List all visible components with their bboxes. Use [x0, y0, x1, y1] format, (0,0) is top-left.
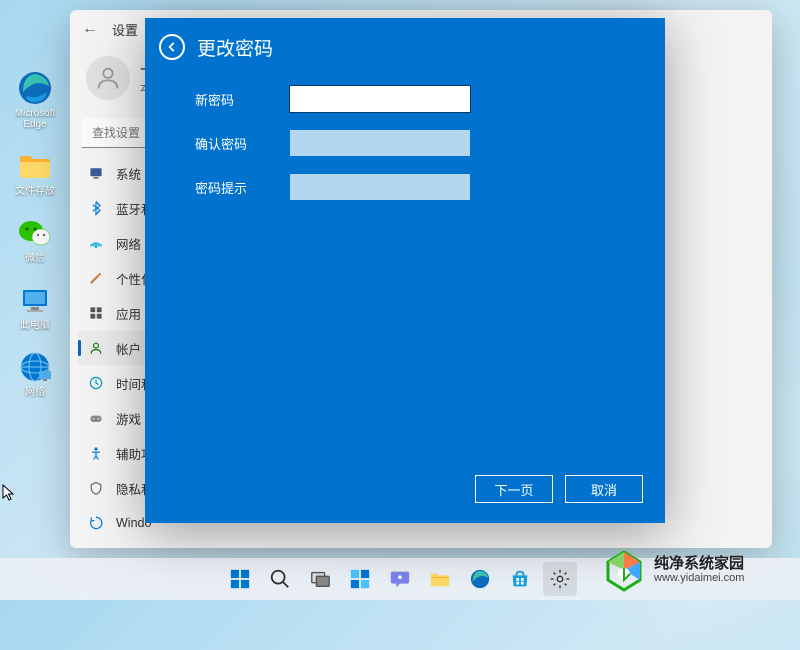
sidebar-item-label: 应用: [116, 304, 141, 323]
desktop-icons: Microsoft Edge 文件存放 微信 此电脑 网络: [10, 70, 60, 398]
cancel-button[interactable]: 取消: [565, 475, 643, 503]
explorer-button[interactable]: [423, 562, 457, 596]
gaming-icon: [88, 410, 104, 426]
apps-icon: [88, 305, 104, 321]
widgets-button[interactable]: [343, 562, 377, 596]
input-confirm-password[interactable]: [290, 130, 470, 156]
accessibility-icon: [88, 445, 104, 461]
desktop-icon-edge[interactable]: Microsoft Edge: [10, 70, 60, 130]
back-button[interactable]: ←: [82, 20, 98, 38]
folder-icon: [17, 148, 53, 184]
desktop-icon-network[interactable]: 网络: [10, 349, 60, 398]
sidebar-item-label: 帐户: [116, 339, 141, 358]
store-button[interactable]: [503, 562, 537, 596]
edge-taskbar-button[interactable]: [463, 562, 497, 596]
settings-taskbar-button[interactable]: [543, 562, 577, 596]
system-icon: [88, 165, 104, 181]
accounts-icon: [88, 340, 104, 356]
label-new-password: 新密码: [195, 90, 290, 109]
input-password-hint[interactable]: [290, 174, 470, 200]
search-button[interactable]: [263, 562, 297, 596]
dialog-header: 更改密码: [145, 18, 665, 76]
dialog-title: 更改密码: [197, 34, 273, 61]
sidebar-item-label: 系统: [116, 164, 141, 183]
bluetooth-icon: [88, 200, 104, 216]
chat-button[interactable]: [383, 562, 417, 596]
label-confirm-password: 确认密码: [195, 134, 290, 153]
form-area: 新密码 确认密码 密码提示: [145, 76, 665, 200]
network-icon: [88, 235, 104, 251]
start-button[interactable]: [223, 562, 257, 596]
row-password-hint: 密码提示: [195, 174, 625, 200]
cursor-icon: [2, 484, 16, 505]
desktop-icon-wechat[interactable]: 微信: [10, 215, 60, 264]
desktop-icon-label: Microsoft Edge: [10, 108, 60, 130]
this-pc-icon: [17, 282, 53, 318]
desktop-icon-folder[interactable]: 文件存放: [10, 148, 60, 197]
privacy-icon: [88, 480, 104, 496]
desktop-icon-label: 此电脑: [20, 320, 50, 331]
dialog-actions: 下一页 取消: [475, 475, 643, 503]
task-view-button[interactable]: [303, 562, 337, 596]
row-new-password: 新密码: [195, 86, 625, 112]
desktop-icon-label: 微信: [25, 253, 45, 264]
desktop-icon-this-pc[interactable]: 此电脑: [10, 282, 60, 331]
sidebar-item-label: 游戏: [116, 409, 141, 428]
next-button[interactable]: 下一页: [475, 475, 553, 503]
wechat-icon: [17, 215, 53, 251]
desktop-icon-label: 文件存放: [15, 186, 55, 197]
edge-icon: [17, 70, 53, 106]
personalize-icon: [88, 270, 104, 286]
label-password-hint: 密码提示: [195, 178, 290, 197]
taskbar: [0, 558, 800, 600]
row-confirm-password: 确认密码: [195, 130, 625, 156]
settings-title: 设置: [112, 20, 138, 39]
change-password-dialog: 更改密码 新密码 确认密码 密码提示 下一页 取消: [145, 18, 665, 523]
update-icon: [88, 515, 104, 531]
dialog-back-button[interactable]: [159, 34, 185, 60]
input-new-password[interactable]: [290, 86, 470, 112]
time-icon: [88, 375, 104, 391]
network-icon: [17, 349, 53, 385]
desktop-icon-label: 网络: [25, 387, 45, 398]
avatar: [86, 56, 130, 100]
